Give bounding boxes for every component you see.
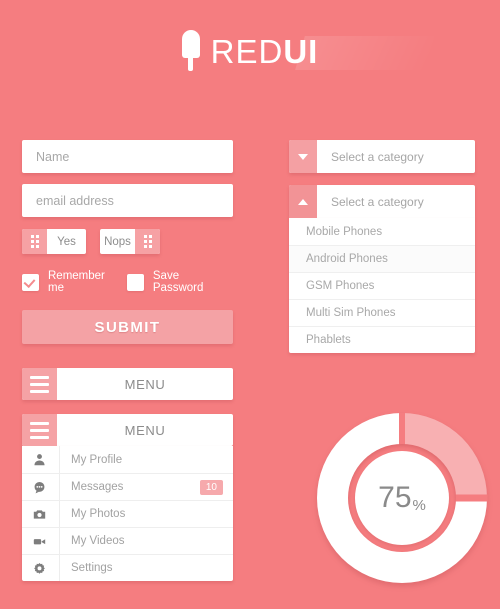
email-input[interactable] — [36, 193, 233, 208]
page-header: REDUI — [0, 0, 500, 110]
category-options-list: Mobile Phones Android Phones GSM Phones … — [289, 218, 475, 353]
progress-donut-chart: 75 % — [317, 413, 487, 583]
brand-name-thin: RED — [210, 32, 284, 70]
remember-me-label: Remember me — [48, 270, 105, 294]
category-select-collapsed[interactable]: Select a category — [289, 140, 475, 173]
menu-bar-one-label: MENU — [124, 376, 166, 392]
right-column: Select a category Select a category Mobi… — [289, 140, 475, 353]
yes-toggle-label: Yes — [57, 235, 76, 248]
chat-bubble-icon — [33, 481, 59, 494]
option-phablets[interactable]: Phablets — [289, 326, 475, 353]
category-select-expanded[interactable]: Select a category — [289, 185, 475, 218]
name-input[interactable] — [36, 149, 233, 164]
menu-bar-one[interactable]: MENU — [22, 368, 233, 400]
menu-item-label: Settings — [71, 562, 113, 574]
option-label: Mobile Phones — [306, 225, 383, 238]
save-password-label: Save Password — [152, 270, 204, 294]
chevron-down-icon[interactable] — [289, 140, 317, 173]
donut-center-label: 75 % — [355, 451, 449, 545]
menu-item-divider — [59, 446, 60, 473]
menu-item-my-profile[interactable]: My Profile — [22, 446, 233, 473]
menu-item-label: My Profile — [71, 453, 123, 466]
category-select-collapsed-label: Select a category — [331, 149, 424, 164]
menu-item-label: Messages — [71, 481, 124, 493]
option-gsm-phones[interactable]: GSM Phones — [289, 272, 475, 299]
toggle-grip-icon[interactable] — [22, 229, 47, 254]
menu-item-divider — [59, 474, 60, 500]
chevron-up-icon[interactable] — [289, 185, 317, 218]
submit-button[interactable]: SUBMIT — [22, 310, 233, 344]
popsicle-icon — [181, 30, 200, 72]
option-multi-sim-phones[interactable]: Multi Sim Phones — [289, 299, 475, 326]
menu-item-messages[interactable]: Messages 10 — [22, 473, 233, 500]
gear-icon — [33, 562, 59, 575]
toggle-grip-icon[interactable] — [135, 229, 160, 254]
brand-logo: REDUI — [0, 30, 500, 72]
menu-item-my-videos[interactable]: My Videos — [22, 527, 233, 554]
progress-unit: % — [412, 497, 426, 514]
option-label: Android Phones — [306, 253, 388, 265]
video-camera-icon — [33, 535, 59, 548]
email-field-wrapper[interactable] — [22, 184, 233, 217]
menu-item-divider — [59, 528, 60, 554]
nops-toggle[interactable]: Nops — [100, 229, 160, 254]
nops-toggle-label: Nops — [104, 235, 131, 248]
menu-item-my-photos[interactable]: My Photos — [22, 500, 233, 527]
left-column: Yes Nops Remember me Save Password SUBMI… — [22, 140, 233, 581]
checkbox-row: Remember me Save Password — [22, 270, 233, 294]
option-mobile-phones[interactable]: Mobile Phones — [289, 218, 475, 245]
option-label: Multi Sim Phones — [306, 307, 396, 319]
hamburger-icon[interactable] — [22, 414, 57, 446]
yes-toggle[interactable]: Yes — [22, 229, 86, 254]
brand-name-bold: UI — [283, 32, 319, 70]
remember-me-checkbox[interactable] — [22, 273, 39, 291]
menu-spacer — [22, 400, 233, 414]
brand-name: REDUI — [211, 35, 319, 68]
menu-item-label: My Videos — [71, 535, 125, 547]
menu-item-divider — [59, 501, 60, 527]
save-password-checkbox[interactable] — [126, 273, 144, 291]
person-icon — [33, 453, 59, 466]
toggle-row: Yes Nops — [22, 229, 233, 254]
camera-icon — [33, 508, 59, 521]
hamburger-icon[interactable] — [22, 368, 57, 400]
menu-item-label: My Photos — [71, 508, 126, 520]
option-label: GSM Phones — [306, 280, 375, 292]
menu-bar-two-label: MENU — [124, 422, 166, 438]
menu-list: My Profile Messages 10 My Photos My Vide… — [22, 446, 233, 581]
option-android-phones[interactable]: Android Phones — [289, 245, 475, 272]
menu-item-settings[interactable]: Settings — [22, 554, 233, 581]
messages-badge: 10 — [199, 479, 223, 495]
name-field-wrapper[interactable] — [22, 140, 233, 173]
menu-bar-two[interactable]: MENU — [22, 414, 233, 446]
menu-item-divider — [59, 555, 60, 581]
progress-value: 75 — [378, 481, 412, 514]
category-select-expanded-label: Select a category — [331, 194, 424, 209]
option-label: Phablets — [306, 334, 351, 346]
